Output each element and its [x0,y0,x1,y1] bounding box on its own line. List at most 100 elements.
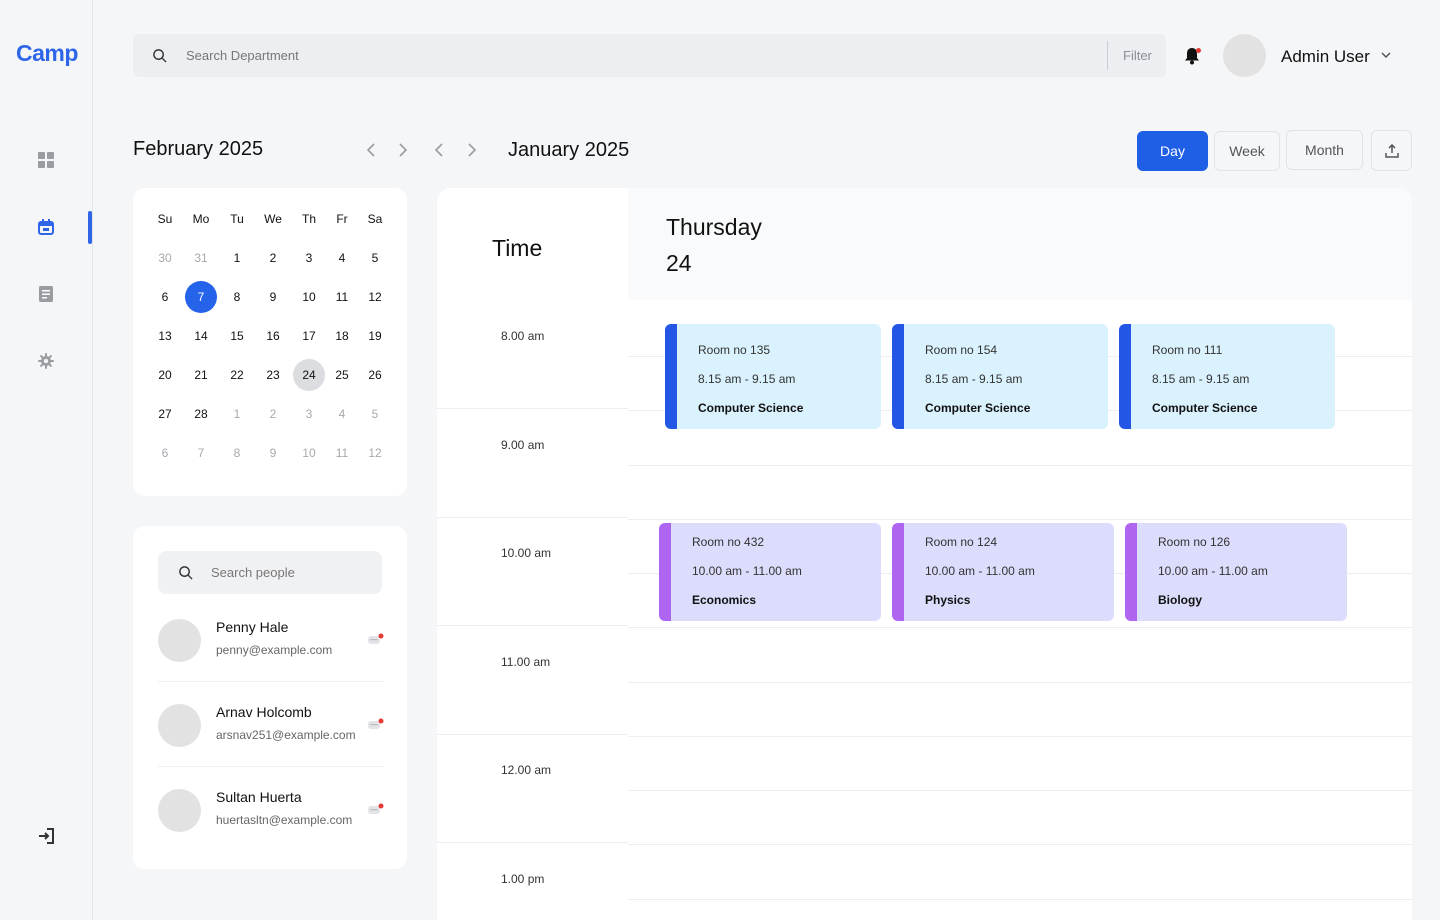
calendar-day[interactable]: 2 [257,398,289,430]
person-list-item[interactable]: Penny Hale penny@example.com [158,619,384,704]
calendar-day[interactable]: 9 [257,281,289,313]
user-avatar[interactable] [1223,34,1266,77]
calendar-day[interactable]: 18 [326,320,358,352]
time-gridline [437,733,628,735]
calendar-day[interactable]: 13 [149,320,181,352]
calendar-day[interactable]: 1 [221,398,253,430]
search-icon [179,566,193,580]
calendar-day[interactable]: 16 [257,320,289,352]
calendar-day[interactable]: 3 [293,398,325,430]
person-list-item[interactable]: Arnav Holcomb arsnav251@example.com [158,704,384,789]
event-card[interactable]: Room no 124 10.00 am - 11.00 am Physics [892,523,1114,621]
message-icon[interactable] [368,803,384,817]
calendar-icon[interactable] [37,218,55,236]
calendar-day[interactable]: 24 [293,359,325,391]
calendar-day[interactable]: 4 [326,242,358,274]
calendar-day[interactable]: 21 [185,359,217,391]
app-logo[interactable]: Camp [16,40,78,67]
person-name: Penny Hale [216,619,289,635]
calendar-day[interactable]: 6 [149,281,181,313]
calendar-day[interactable]: 31 [185,242,217,274]
calendar-day[interactable]: 14 [185,320,217,352]
calendar-day[interactable]: 7 [185,437,217,469]
calendar-day[interactable]: 22 [221,359,253,391]
user-name[interactable]: Admin User [1281,47,1370,67]
message-icon[interactable] [368,633,384,647]
event-department: Physics [925,593,971,607]
chevron-left-icon[interactable] [431,141,447,159]
view-week-button[interactable]: Week [1214,131,1280,171]
calendar-day[interactable]: 15 [221,320,253,352]
avatar [158,704,201,747]
calendar-day[interactable]: 11 [326,281,358,313]
export-button[interactable] [1371,130,1412,171]
event-card[interactable]: Room no 154 8.15 am - 9.15 am Computer Sci… [892,324,1108,429]
chevron-down-icon[interactable] [1380,49,1392,61]
event-card[interactable]: Room no 111 8.15 am - 9.15 am Computer Sci… [1119,324,1335,429]
calendar-day[interactable]: 27 [149,398,181,430]
calendar-day[interactable]: 28 [185,398,217,430]
event-card[interactable]: Room no 432 10.00 am - 11.00 am Economics [659,523,881,621]
time-gridline [437,842,628,843]
grid-icon[interactable] [37,151,55,169]
view-month-button[interactable]: Month [1286,130,1363,170]
department-search-input[interactable] [186,34,1086,77]
calendar-day[interactable]: 5 [359,398,391,430]
event-card[interactable]: Room no 135 8.15 am - 9.15 am Computer Sci… [665,324,881,429]
person-name: Arnav Holcomb [216,704,312,720]
calendar-day[interactable]: 12 [359,437,391,469]
view-day-button[interactable]: Day [1137,131,1208,171]
calendar-day[interactable]: 9 [257,437,289,469]
event-time: 8.15 am - 9.15 am [925,372,1023,386]
event-card[interactable]: Room no 126 10.00 am - 11.00 am Biology [1125,523,1347,621]
department-search-bar: Filter [133,34,1166,77]
gear-icon[interactable] [37,352,55,370]
event-color-bar [665,324,677,429]
calendar-day[interactable]: 6 [149,437,181,469]
message-icon[interactable] [368,718,384,732]
calendar-day[interactable]: 8 [221,281,253,313]
calendar-day[interactable]: 30 [149,242,181,274]
calendar-day[interactable]: 25 [326,359,358,391]
person-email: huertasltn@example.com [216,813,353,827]
time-label: 8.00 am [501,329,545,343]
calendar-day[interactable]: 17 [293,320,325,352]
calendar-day[interactable]: 19 [359,320,391,352]
calendar-day[interactable]: 11 [326,437,358,469]
calendar-day[interactable]: 1 [221,242,253,274]
bell-icon[interactable] [1184,47,1202,65]
day-header: Thursday 24 [628,188,1412,300]
chevron-left-icon[interactable] [363,141,379,159]
calendar-day[interactable]: 26 [359,359,391,391]
calendar-day[interactable]: 23 [257,359,289,391]
calendar-day[interactable]: 12 [359,281,391,313]
sidebar: Camp [0,0,93,920]
logout-icon[interactable] [37,827,55,845]
calendar-day[interactable]: 5 [359,242,391,274]
day-gridline [628,465,1412,466]
calendar-day[interactable]: 3 [293,242,325,274]
event-department: Computer Science [698,401,804,415]
document-icon[interactable] [37,285,55,303]
calendar-day[interactable]: 2 [257,242,289,274]
chevron-right-icon[interactable] [464,141,480,159]
divider [158,681,384,682]
weekday-label: Th [301,212,316,226]
weekday-label: Su [157,212,173,226]
people-card: Penny Hale penny@example.com Arnav Holcomb… [133,526,407,869]
schedule-month-title: January 2025 [508,139,630,161]
chevron-right-icon[interactable] [395,141,411,159]
calendar-day[interactable]: 10 [293,437,325,469]
event-room: Room no 111 [1152,343,1223,357]
event-time: 8.15 am - 9.15 am [698,372,796,386]
calendar-day[interactable]: 10 [293,281,325,313]
weekday-label: Fr [336,212,348,226]
calendar-day[interactable]: 4 [326,398,358,430]
calendar-day[interactable]: 20 [149,359,181,391]
person-list-item[interactable]: Sultan Huerta huertasltn@example.com [158,789,384,874]
upload-icon [1384,143,1399,158]
calendar-day[interactable]: 8 [221,437,253,469]
filter-button[interactable]: Filter [1123,48,1152,63]
calendar-day[interactable]: 7 [185,281,217,313]
people-search-input[interactable] [211,551,376,594]
